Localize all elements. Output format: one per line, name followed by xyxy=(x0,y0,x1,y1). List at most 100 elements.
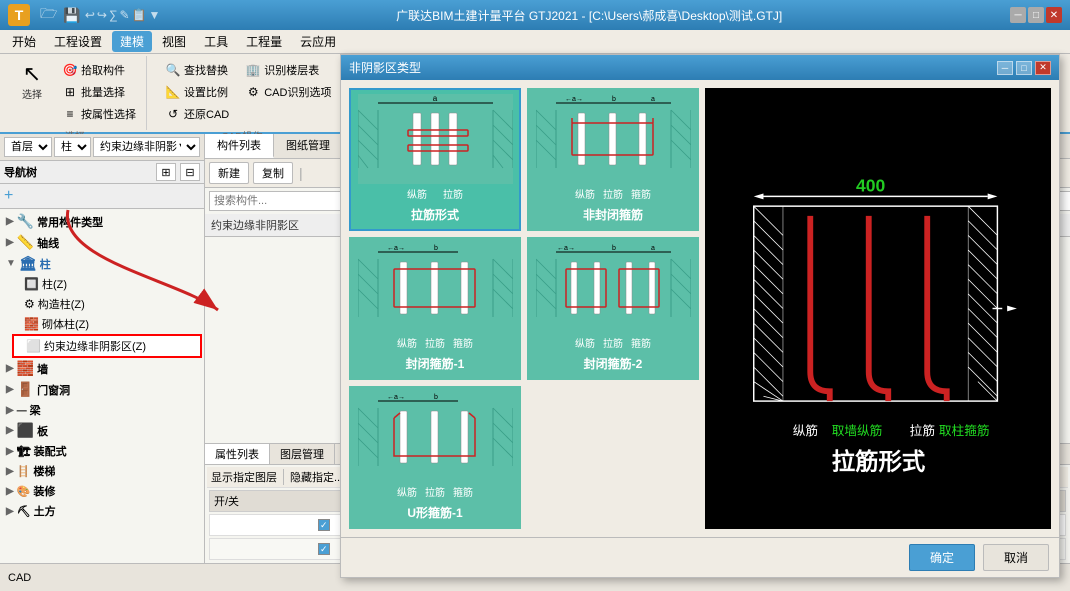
batch-icon: ⊞ xyxy=(62,84,78,100)
section-earthwork[interactable]: ▶ ⛏ 土方 xyxy=(2,501,202,521)
menu-build[interactable]: 建模 xyxy=(112,31,152,52)
maximize-button[interactable]: □ xyxy=(1028,7,1044,23)
svg-text:b: b xyxy=(434,394,438,401)
nav-header: 首层 柱 约束边缘非阴影▼ xyxy=(0,134,204,161)
menu-cloud[interactable]: 云应用 xyxy=(292,31,344,52)
ribbon-select-group: ↖ 选择 🎯 拾取构件 ⊞ 批量选择 ≡ 按属性选择 选择 xyxy=(4,56,147,130)
card5-sublabels: 纵筋 拉筋 箍筋 xyxy=(397,482,473,501)
tree-structural-column[interactable]: ⚙ 构造柱(Z) xyxy=(12,294,202,314)
pick-component-button[interactable]: 🎯 拾取构件 xyxy=(58,60,140,80)
section-wall[interactable]: ▶ 🧱 墙 xyxy=(2,358,202,379)
menu-quantities[interactable]: 工程量 xyxy=(238,31,290,52)
dialog-title-bar: 非阴影区类型 ─ □ ✕ xyxy=(341,55,1059,80)
set-scale-button[interactable]: 📐 设置比例 xyxy=(161,82,233,102)
find-replace-button[interactable]: 🔍 查找替换 xyxy=(161,60,233,80)
layer-toggle-1[interactable]: ✓ xyxy=(318,519,330,531)
svg-text:b: b xyxy=(612,245,616,252)
attr-select-button[interactable]: ≡ 按属性选择 xyxy=(58,104,140,124)
filter-select[interactable]: 约束边缘非阴影▼ xyxy=(93,137,200,157)
section-openings[interactable]: ▶ 🚪 门窗洞 xyxy=(2,379,202,400)
restore-cad-button[interactable]: ↺ 还原CAD xyxy=(161,104,233,124)
scale-label: 设置比例 xyxy=(184,84,228,100)
copy-button[interactable]: 复制 xyxy=(253,162,293,184)
svg-text:←a→: ←a→ xyxy=(565,96,583,103)
svg-text:a: a xyxy=(651,245,655,252)
svg-text:拉筋: 拉筋 xyxy=(910,423,935,438)
layer-toggle-2[interactable]: ✓ xyxy=(318,543,330,555)
menu-project-settings[interactable]: 工程设置 xyxy=(46,31,110,52)
app-icon: T xyxy=(8,4,30,26)
menu-tools[interactable]: 工具 xyxy=(196,31,236,52)
identify-floors-button[interactable]: 🏢 识别楼层表 xyxy=(241,60,335,80)
cancel-button[interactable]: 取消 xyxy=(983,544,1049,571)
dialog-preview: 400 xyxy=(705,88,1051,529)
structural-icon: ⚙ xyxy=(24,297,35,311)
svg-text:←a→: ←a→ xyxy=(557,245,575,252)
tree-header-bar: 导航树 ⊞ ⊟ xyxy=(0,161,204,184)
floors-icon: 🏢 xyxy=(245,62,261,78)
minimize-button[interactable]: ─ xyxy=(1010,7,1026,23)
tree-expand-button[interactable]: ⊞ xyxy=(156,163,176,181)
section-prefab[interactable]: ▶ 🏗 装配式 xyxy=(2,441,202,461)
select-button[interactable]: ↖ 选择 xyxy=(10,60,54,103)
section-axis[interactable]: ▶ 📏 轴线 xyxy=(2,232,202,253)
menu-start[interactable]: 开始 xyxy=(4,31,44,52)
title-bar: T 🗁 💾 ↩ ↪ ∑ ✎ 📋 ▼ 广联达BIM土建计量平台 GTJ2021 -… xyxy=(0,0,1070,30)
tree-masonry-column[interactable]: 🧱 砌体柱(Z) xyxy=(12,314,202,334)
rebar-diagram-fengbi1: ←a→ b xyxy=(358,243,513,333)
card5-name: U形箍筋-1 xyxy=(407,501,462,523)
cad-options-button[interactable]: ⚙ CAD识别选项 xyxy=(241,82,335,102)
svg-text:400: 400 xyxy=(856,176,886,196)
window-controls[interactable]: ─ □ ✕ xyxy=(1010,7,1062,23)
cad-label: CAD xyxy=(8,572,31,584)
batch-label: 批量选择 xyxy=(81,84,125,100)
dialog-rebar-type: 非阴影区类型 ─ □ ✕ xyxy=(340,54,1060,578)
dialog-minimize-button[interactable]: ─ xyxy=(997,61,1013,75)
rebar-card-uxing[interactable]: ←a→ b 纵筋 xyxy=(349,386,521,529)
tab-component-list[interactable]: 构件列表 xyxy=(205,134,274,158)
tree-constraint-zone[interactable]: ⬜ 约束边缘非阴影区(Z) xyxy=(12,334,202,358)
tab-properties[interactable]: 属性列表 xyxy=(205,444,270,464)
section-decoration[interactable]: ▶ 🎨 装修 xyxy=(2,481,202,501)
svg-text:b: b xyxy=(612,96,616,103)
dialog-maximize-button[interactable]: □ xyxy=(1016,61,1032,75)
rebar-diagram-lajin: a xyxy=(358,94,513,184)
pick-label: 拾取构件 xyxy=(81,62,125,78)
section-stairs[interactable]: ▶ 🪜 楼梯 xyxy=(2,461,202,481)
dialog-close-button[interactable]: ✕ xyxy=(1035,61,1051,75)
tree-collapse-button[interactable]: ⊟ xyxy=(180,163,200,181)
section-common[interactable]: ▶ 🔧 常用构件类型 xyxy=(2,211,202,232)
tab-drawings[interactable]: 图纸管理 xyxy=(274,134,343,158)
card4-sublabels: 纵筋 拉筋 箍筋 xyxy=(575,333,651,352)
rebar-card-feifengbi[interactable]: ←a→ b a xyxy=(527,88,699,231)
dialog-title-buttons: ─ □ ✕ xyxy=(997,61,1051,75)
close-button[interactable]: ✕ xyxy=(1046,7,1062,23)
restore-label: 还原CAD xyxy=(184,106,229,122)
column-icon: 🔲 xyxy=(24,277,39,291)
rebar-card-lajin[interactable]: a 纵筋 拉筋 拉筋形式 xyxy=(349,88,521,231)
svg-text:取墙纵筋: 取墙纵筋 xyxy=(832,423,883,438)
scale-icon: 📐 xyxy=(165,84,181,100)
floor-select[interactable]: 首层 xyxy=(4,137,52,157)
floors-label: 识别楼层表 xyxy=(264,62,319,78)
rebar-card-fengbi2[interactable]: ←a→ b a xyxy=(527,237,699,380)
card1-sublabels: 纵筋 拉筋 xyxy=(407,184,463,203)
menu-view[interactable]: 视图 xyxy=(154,31,194,52)
section-column[interactable]: ▼ 🏛 柱 xyxy=(2,253,202,274)
tab-layers[interactable]: 图层管理 xyxy=(270,444,335,464)
window-title: 广联达BIM土建计量平台 GTJ2021 - [C:\Users\郝成喜\Des… xyxy=(168,7,1010,24)
rebar-card-fengbi1[interactable]: ←a→ b 纵筋 拉筋 箍筋 封闭箍筋-1 xyxy=(349,237,521,380)
ribbon-cad-group: 🔍 查找替换 📐 设置比例 ↺ 还原CAD 🏢 识别楼层表 ⚙ xyxy=(155,56,342,130)
svg-text:a: a xyxy=(432,95,437,103)
section-beam[interactable]: ▶ ─ 梁 xyxy=(2,400,202,420)
dialog-footer: 确定 取消 xyxy=(341,537,1059,577)
type-select[interactable]: 柱 xyxy=(54,137,91,157)
section-slab[interactable]: ▶ ⬛ 板 xyxy=(2,420,202,441)
svg-text:拉筋形式: 拉筋形式 xyxy=(832,447,926,474)
batch-select-button[interactable]: ⊞ 批量选择 xyxy=(58,82,140,102)
ribbon-cad-tools: 🔍 查找替换 📐 设置比例 ↺ 还原CAD 🏢 识别楼层表 ⚙ xyxy=(161,58,335,126)
tree-column-z[interactable]: 🔲 柱(Z) xyxy=(12,274,202,294)
confirm-button[interactable]: 确定 xyxy=(909,544,975,571)
add-button[interactable]: + xyxy=(4,187,13,204)
new-button[interactable]: 新建 xyxy=(209,162,249,184)
